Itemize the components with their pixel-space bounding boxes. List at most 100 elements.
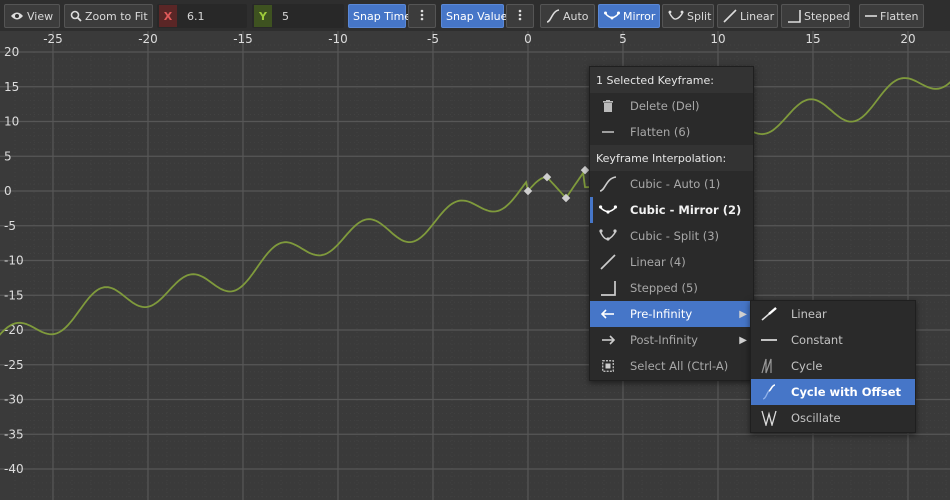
x-tick-label: -25	[43, 32, 63, 46]
interpolation-header: Keyframe Interpolation:	[590, 145, 753, 171]
submenu-arrow-icon: ▶	[739, 334, 747, 346]
flatten-menu-item[interactable]: Flatten (6)	[590, 119, 753, 145]
zoom-to-fit-button[interactable]: Zoom to Fit	[64, 4, 153, 28]
infinity-oscillate-item[interactable]: Oscillate	[751, 405, 915, 431]
y-tick-label: 10	[4, 115, 19, 129]
cubic-mirror-icon	[604, 8, 620, 24]
flatten-button[interactable]: Flatten	[859, 4, 924, 28]
y-tick-label: -40	[4, 462, 24, 476]
x-value-field[interactable]: X 6.1	[157, 4, 247, 28]
post-infinity-label: Post-Infinity	[630, 333, 698, 347]
pre-infinity-submenu: Linear Constant Cycle Cycle with Offset …	[750, 300, 916, 433]
cubic-mirror-icon	[597, 197, 619, 223]
arrow-left-icon	[597, 301, 619, 327]
infinity-cycle-with-offset-item[interactable]: Cycle with Offset	[751, 379, 915, 405]
oscillate-icon	[758, 405, 780, 431]
view-button[interactable]: View	[4, 4, 60, 28]
auto-label: Auto	[563, 9, 589, 23]
cubic-split-menu-item[interactable]: Cubic - Split (3)	[590, 223, 753, 249]
x-tick-label: -20	[138, 32, 158, 46]
more-vertical-icon	[420, 9, 424, 24]
x-tick-label: 10	[710, 32, 725, 46]
submenu-arrow-icon: ▶	[739, 308, 747, 320]
y-value-field[interactable]: Y 5	[252, 4, 344, 28]
snap-value-options-button[interactable]	[506, 4, 534, 28]
flatten-icon	[597, 119, 619, 145]
cubic-split-icon	[668, 8, 684, 24]
view-label: View	[27, 9, 54, 23]
y-tick-label: 5	[4, 149, 12, 163]
post-infinity-menu-item[interactable]: Post-Infinity ▶	[590, 327, 753, 353]
linear-extrapolation-icon	[758, 301, 780, 327]
eye-icon	[10, 8, 24, 24]
infinity-constant-label: Constant	[791, 333, 843, 347]
infinity-linear-item[interactable]: Linear	[751, 301, 915, 327]
linear-label: Linear	[740, 9, 775, 23]
snap-time-label: Snap Time	[353, 9, 412, 23]
y-tick-label: -15	[4, 288, 24, 302]
stepped-icon	[597, 275, 619, 301]
y-tick-label: -5	[4, 219, 16, 233]
infinity-constant-item[interactable]: Constant	[751, 327, 915, 353]
toolbar: View Zoom to Fit X 6.1 Y 5 Snap Time Sna…	[0, 0, 950, 31]
stepped-menu-label: Stepped (5)	[630, 281, 698, 295]
infinity-cycle-with-offset-label: Cycle with Offset	[791, 385, 901, 399]
y-tick-labels: 20 15 10 5 0 -5 -10 -15 -20 -25 -30 -35 -40	[4, 45, 24, 476]
infinity-linear-label: Linear	[791, 307, 827, 321]
snap-time-options-button[interactable]	[408, 4, 436, 28]
cubic-auto-menu-item[interactable]: Cubic - Auto (1)	[590, 171, 753, 197]
auto-interpolation-button[interactable]: Auto	[540, 4, 595, 28]
split-interpolation-button[interactable]: Split	[662, 4, 714, 28]
y-tick-label: 20	[4, 45, 19, 59]
more-vertical-icon	[518, 9, 522, 24]
select-all-icon	[597, 353, 619, 379]
search-icon	[70, 8, 82, 24]
mirror-interpolation-button[interactable]: Mirror	[598, 4, 660, 28]
cycle-with-offset-icon	[758, 379, 780, 405]
linear-interpolation-button[interactable]: Linear	[717, 4, 778, 28]
y-axis-label: Y	[254, 5, 272, 27]
constant-icon	[758, 327, 780, 353]
select-all-menu-item[interactable]: Select All (Ctrl-A)	[590, 353, 753, 379]
flatten-icon	[865, 8, 877, 24]
snap-value-button[interactable]: Snap Value	[441, 4, 507, 28]
flatten-label: Flatten	[880, 9, 919, 23]
delete-menu-item[interactable]: Delete (Del)	[590, 93, 753, 119]
zoom-to-fit-label: Zoom to Fit	[85, 9, 148, 23]
y-tick-label: 15	[4, 80, 19, 94]
x-tick-label: 15	[805, 32, 820, 46]
delete-label: Delete (Del)	[630, 99, 700, 113]
snap-value-label: Snap Value	[446, 9, 508, 23]
pre-infinity-menu-item[interactable]: Pre-Infinity ▶	[590, 301, 753, 327]
stepped-menu-item[interactable]: Stepped (5)	[590, 275, 753, 301]
stepped-label: Stepped	[804, 9, 850, 23]
y-value: 5	[282, 9, 289, 23]
keyframe-context-menu: 1 Selected Keyframe: Delete (Del) Flatte…	[589, 66, 754, 381]
flatten-menu-label: Flatten (6)	[630, 125, 691, 139]
stepped-interpolation-button[interactable]: Stepped	[781, 4, 850, 28]
infinity-oscillate-label: Oscillate	[791, 411, 841, 425]
y-tick-label: 0	[4, 184, 12, 198]
linear-icon	[597, 249, 619, 275]
cubic-split-icon	[597, 223, 619, 249]
y-tick-label: -30	[4, 393, 24, 407]
cubic-mirror-menu-item[interactable]: Cubic - Mirror (2)	[590, 197, 753, 223]
arrow-right-icon	[597, 327, 619, 353]
y-tick-label: -25	[4, 358, 24, 372]
x-tick-label: 5	[619, 32, 627, 46]
trash-icon	[597, 93, 619, 119]
x-tick-label: -15	[233, 32, 253, 46]
linear-icon	[723, 8, 737, 24]
linear-menu-label: Linear (4)	[630, 255, 686, 269]
cubic-auto-icon	[546, 8, 560, 24]
snap-time-button[interactable]: Snap Time	[348, 4, 411, 28]
cubic-auto-icon	[597, 171, 619, 197]
pre-infinity-label: Pre-Infinity	[630, 307, 693, 321]
x-tick-labels: -25 -20 -15 -10 -5 0 5 10 15 20	[43, 32, 915, 46]
x-axis-label: X	[159, 5, 177, 27]
linear-menu-item[interactable]: Linear (4)	[590, 249, 753, 275]
infinity-cycle-item[interactable]: Cycle	[751, 353, 915, 379]
split-label: Split	[687, 9, 712, 23]
cycle-icon	[758, 353, 780, 379]
select-all-label: Select All (Ctrl-A)	[630, 359, 729, 373]
